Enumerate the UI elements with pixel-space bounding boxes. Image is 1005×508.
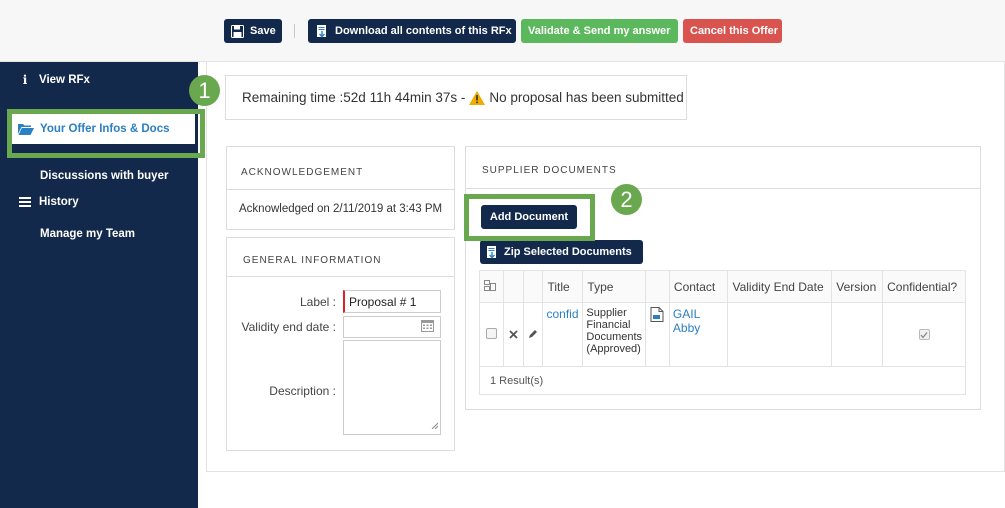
folder-open-icon <box>18 123 34 135</box>
contact-cell: GAIL Abby <box>668 302 729 367</box>
info-icon: i <box>22 73 28 87</box>
column-header-type[interactable]: Type <box>582 270 647 303</box>
zip-document-icon <box>485 245 499 259</box>
sidebar-item-label: Your Offer Infos & Docs <box>40 122 170 135</box>
header-spacer <box>645 270 670 303</box>
column-header-validity-end-date[interactable]: Validity End Date <box>727 270 833 303</box>
type-line: (Approved) <box>586 343 641 355</box>
type-line: Financial <box>586 319 631 331</box>
proposal-status-text: No proposal has been submitted <box>489 90 684 105</box>
document-title-link[interactable]: confid <box>546 307 578 321</box>
confidential-cell <box>882 302 966 367</box>
header-spacer <box>522 270 544 303</box>
remaining-time-text: Remaining time :52d 11h 44min 37s - <box>242 90 466 105</box>
sidebar-item-history[interactable]: History <box>18 196 79 208</box>
sidebar-item-label: Discussions with buyer <box>40 170 169 182</box>
description-label: Description : <box>269 384 336 398</box>
supplier-documents-title: SUPPLIER DOCUMENTS <box>482 165 617 176</box>
warning-icon <box>469 90 486 105</box>
result-count: 1 Result(s) <box>479 366 966 395</box>
sidebar-item-offer-infos[interactable]: Your Offer Infos & Docs <box>10 113 195 147</box>
validity-cell <box>727 302 833 367</box>
label-input-value: Proposal # 1 <box>349 294 417 309</box>
divider <box>227 276 454 277</box>
list-icon <box>18 197 32 207</box>
sidebar-item-discussions[interactable]: Discussions with buyer <box>40 170 168 182</box>
delete-icon[interactable] <box>509 328 518 342</box>
select-all-header[interactable] <box>479 270 504 303</box>
remaining-time-banner: Remaining time :52d 11h 44min 37s - No p… <box>225 75 687 120</box>
label-field-label: Label : <box>299 295 336 309</box>
zip-selected-label: Zip Selected Documents <box>504 246 632 258</box>
step-badge-1: 1 <box>189 75 220 106</box>
validity-end-date-label: Validity end date : <box>241 320 336 334</box>
description-textarea[interactable] <box>343 340 441 435</box>
confidential-checkbox <box>918 329 930 340</box>
step-badge-2: 2 <box>611 184 642 215</box>
version-cell <box>831 302 884 367</box>
label-input[interactable]: Proposal # 1 <box>343 290 441 313</box>
cancel-offer-button[interactable]: Cancel this Offer <box>683 19 782 43</box>
sidebar-item-label: Manage my Team <box>40 228 136 240</box>
save-button[interactable]: Save <box>224 19 282 43</box>
divider <box>227 189 454 190</box>
delete-cell <box>502 302 524 367</box>
edit-cell <box>522 302 544 367</box>
column-header-confidential[interactable]: Confidential? <box>882 270 966 303</box>
sidebar-item-label: History <box>39 196 79 208</box>
download-all-button[interactable]: Download all contents of this RFx <box>308 19 516 43</box>
download-label: Download all contents of this RFx <box>335 25 512 37</box>
floppy-disk-icon <box>231 24 244 38</box>
documents-table: Title Type Contact Validity End Date Ver… <box>479 270 966 395</box>
add-document-label: Add Document <box>489 211 569 223</box>
cancel-label: Cancel this Offer <box>690 25 779 37</box>
pencil-icon[interactable] <box>528 328 538 342</box>
type-line: Documents <box>586 331 643 343</box>
table-footer-row: 1 Result(s) <box>479 366 966 395</box>
sidebar-item-manage-team[interactable]: Manage my Team <box>40 228 135 240</box>
sidebar-item-label: View RFx <box>39 74 90 86</box>
contact-link[interactable]: GAIL Abby <box>673 307 700 335</box>
validity-end-date-input[interactable] <box>343 316 441 338</box>
acknowledgement-title: ACKNOWLEDGEMENT <box>241 167 364 178</box>
document-icon-cell <box>645 302 670 367</box>
validate-send-button[interactable]: Validate & Send my answer <box>521 19 678 43</box>
type-cell: Supplier Financial Documents (Approved) <box>582 302 647 367</box>
save-label: Save <box>250 25 276 37</box>
divider <box>466 188 980 189</box>
acknowledgement-text: Acknowledged on 2/11/2019 at 3:43 PM <box>239 203 443 215</box>
table-header-row: Title Type Contact Validity End Date Ver… <box>479 270 966 303</box>
top-toolbar: Save Download all contents of this RFx V… <box>0 0 1005 62</box>
resize-handle-icon[interactable] <box>431 418 439 432</box>
header-spacer <box>502 270 524 303</box>
general-information-panel: GENERAL INFORMATION Label : Proposal # 1… <box>226 237 455 451</box>
column-header-contact[interactable]: Contact <box>668 270 729 303</box>
row-select-cell <box>479 302 504 367</box>
select-columns-icon[interactable] <box>484 279 496 294</box>
sidebar-item-view-rfx[interactable]: i View RFx <box>18 73 90 87</box>
column-header-version[interactable]: Version <box>831 270 884 303</box>
row-checkbox[interactable] <box>485 327 497 339</box>
acknowledgement-panel: ACKNOWLEDGEMENT Acknowledged on 2/11/201… <box>226 146 455 230</box>
calendar-icon[interactable] <box>421 319 434 335</box>
zip-selected-documents-button[interactable]: Zip Selected Documents <box>480 240 643 264</box>
title-cell: confid <box>542 302 584 367</box>
document-view-icon[interactable] <box>650 307 664 325</box>
column-header-title[interactable]: Title <box>542 270 584 303</box>
add-document-button[interactable]: Add Document <box>481 205 577 229</box>
toolbar-separator <box>294 24 295 38</box>
validate-label: Validate & Send my answer <box>528 25 671 37</box>
type-line: Supplier <box>586 307 627 319</box>
download-document-icon <box>315 24 329 38</box>
table-row: confid Supplier Financial Documents (App… <box>479 302 966 367</box>
general-information-title: GENERAL INFORMATION <box>243 255 382 266</box>
